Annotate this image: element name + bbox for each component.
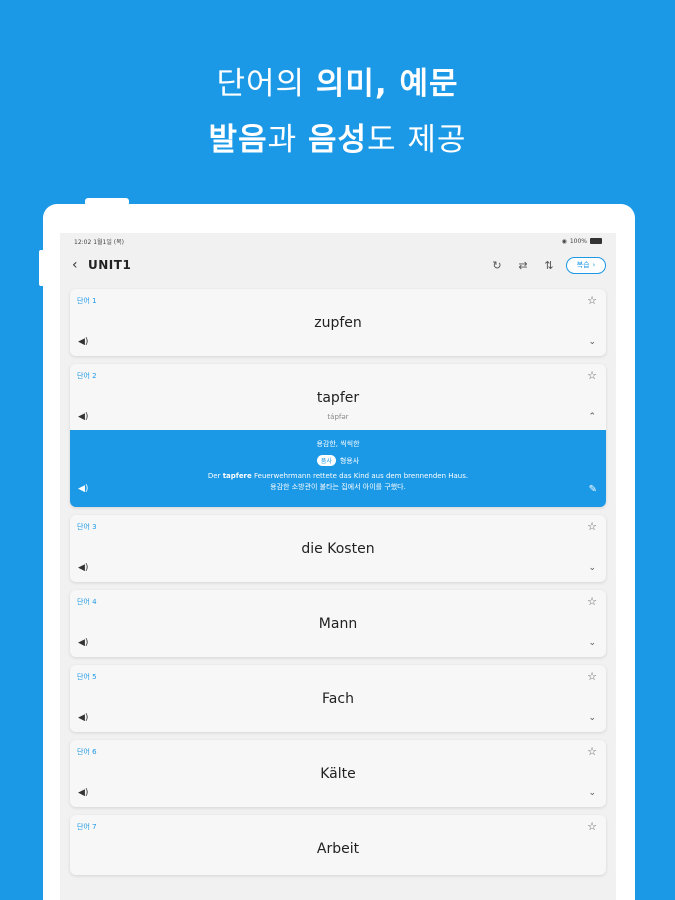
review-label: 복습 — [576, 261, 590, 269]
headline-text: 과 — [267, 122, 308, 158]
headline-emphasis: 음성 — [307, 122, 368, 158]
status-time: 12:02 — [74, 238, 92, 246]
back-icon[interactable]: ‹ — [72, 257, 88, 273]
chevron-up-icon[interactable]: ⌃ — [588, 412, 596, 422]
chevron-down-icon[interactable]: ⌄ — [588, 713, 596, 723]
speaker-icon[interactable]: ◀) — [78, 713, 88, 723]
status-bar: 12:02 1월1일 (목) ◉ 100% — [60, 233, 616, 249]
speaker-icon[interactable]: ◀) — [78, 412, 88, 422]
headline: 단어의 의미, 예문 발음과 음성도 제공 — [0, 56, 675, 168]
word-number: 단어 7 — [77, 823, 97, 831]
word-card[interactable]: 단어 4 ☆ Mann ◀) ⌄ — [70, 590, 606, 657]
status-date: 1월1일 (목) — [93, 238, 125, 246]
chevron-down-icon[interactable]: ⌄ — [588, 638, 596, 648]
chevron-down-icon[interactable]: ⌄ — [588, 563, 596, 573]
word-text: Arbeit — [316, 841, 360, 857]
example-text: Der — [207, 472, 223, 480]
star-icon[interactable]: ☆ — [587, 520, 597, 533]
word-text: die Kosten — [301, 541, 375, 557]
page-title: UNIT1 — [88, 258, 132, 272]
word-meaning: 용감한, 씩씩한 — [316, 440, 360, 448]
example-text: Feuerwehrmann rettete das Kind aus dem b… — [251, 472, 469, 480]
headline-line-2: 발음과 음성도 제공 — [0, 112, 675, 168]
edit-icon[interactable]: ✎ — [589, 484, 597, 495]
word-number: 단어 4 — [77, 598, 97, 606]
headline-text: 단어의 — [216, 66, 316, 102]
example-translation: 용감한 소방관이 불타는 집에서 아이를 구했다. — [270, 483, 406, 491]
pronunciation: tápfər — [327, 413, 349, 421]
word-card-expanded[interactable]: 단어 2 ☆ tapfer tápfər ◀) ⌃ 용감한, 씩씩한 품사 형용… — [70, 364, 606, 507]
word-detail-panel: 용감한, 씩씩한 품사 형용사 Der tapfere Feuerwehrman… — [70, 430, 606, 507]
word-number: 단어 5 — [77, 673, 97, 681]
word-card[interactable]: 단어 7 ☆ Arbeit — [70, 815, 606, 875]
sort-icon[interactable]: ⇅ — [536, 259, 562, 272]
tablet-frame: 12:02 1월1일 (목) ◉ 100% ‹ UNIT1 ↻ ⇄ ⇅ 복습 ›… — [43, 204, 635, 900]
chevron-down-icon[interactable]: ⌄ — [588, 788, 596, 798]
star-icon[interactable]: ☆ — [587, 670, 597, 683]
word-number: 단어 3 — [77, 523, 97, 531]
headline-emphasis: 발음 — [208, 122, 268, 158]
app-screen: 12:02 1월1일 (목) ◉ 100% ‹ UNIT1 ↻ ⇄ ⇅ 복습 ›… — [60, 233, 616, 900]
word-card[interactable]: 단어 6 ☆ Kälte ◀) ⌄ — [70, 740, 606, 807]
example-sentence: Der tapfere Feuerwehrmann rettete das Ki… — [70, 472, 606, 480]
word-card[interactable]: 단어 1 ☆ zupfen ◀) ⌄ — [70, 289, 606, 356]
word-number: 단어 2 — [77, 372, 97, 380]
pos-value: 형용사 — [339, 456, 360, 465]
headline-emphasis: 의미, 예문 — [315, 66, 459, 102]
speaker-icon[interactable]: ◀) — [78, 638, 88, 648]
star-icon[interactable]: ☆ — [587, 294, 597, 307]
battery-icon — [590, 238, 602, 244]
headline-line-1: 단어의 의미, 예문 — [0, 56, 675, 112]
star-icon[interactable]: ☆ — [587, 745, 597, 758]
word-text: Mann — [318, 616, 358, 632]
word-text: tapfer — [316, 390, 360, 406]
word-card[interactable]: 단어 5 ☆ Fach ◀) ⌄ — [70, 665, 606, 732]
battery-percent: 100% — [569, 237, 587, 245]
wifi-icon: ◉ — [561, 237, 567, 245]
star-icon[interactable]: ☆ — [587, 820, 597, 833]
pos-badge: 품사 — [316, 455, 336, 466]
refresh-icon[interactable]: ↻ — [484, 259, 510, 272]
example-highlight: tapfere — [222, 472, 252, 480]
review-button[interactable]: 복습 › — [566, 256, 606, 274]
speaker-icon[interactable]: ◀) — [78, 788, 88, 798]
chevron-right-icon: › — [592, 261, 596, 269]
word-card[interactable]: 단어 3 ☆ die Kosten ◀) ⌄ — [70, 515, 606, 582]
word-number: 단어 6 — [77, 748, 97, 756]
star-icon[interactable]: ☆ — [587, 595, 597, 608]
word-text: Fach — [322, 691, 354, 707]
repeat-icon[interactable]: ⇄ — [510, 259, 536, 272]
speaker-icon[interactable]: ◀) — [78, 563, 88, 573]
speaker-icon[interactable]: ◀) — [78, 337, 88, 347]
nav-bar: ‹ UNIT1 ↻ ⇄ ⇅ 복습 › — [60, 249, 616, 281]
word-number: 단어 1 — [77, 297, 97, 305]
speaker-icon[interactable]: ◀) — [78, 484, 88, 494]
chevron-down-icon[interactable]: ⌄ — [588, 337, 596, 347]
word-text: zupfen — [314, 315, 362, 331]
part-of-speech-row: 품사 형용사 — [70, 455, 606, 466]
word-text: Kälte — [320, 766, 356, 782]
word-list: 단어 1 ☆ zupfen ◀) ⌄ 단어 2 ☆ tapfer tápfər … — [60, 289, 616, 875]
star-icon[interactable]: ☆ — [587, 369, 597, 382]
headline-text: 도 제공 — [367, 122, 467, 158]
